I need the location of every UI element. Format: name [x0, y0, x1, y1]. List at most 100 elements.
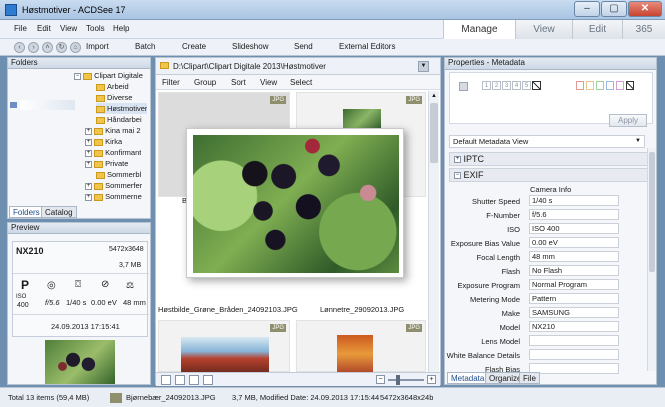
- clear-rating-icon[interactable]: [532, 81, 541, 90]
- group-menu[interactable]: Group: [194, 78, 216, 87]
- maximize-button[interactable]: ▢: [601, 1, 627, 17]
- exif-value[interactable]: 48 mm: [529, 251, 619, 262]
- zoom-slider[interactable]: [388, 379, 424, 381]
- camera-icon: ⌼: [75, 279, 81, 290]
- jpg-badge: JPG: [406, 96, 422, 104]
- batch-menu[interactable]: Batch: [135, 42, 155, 51]
- file-browser: D:\Clipart\Clipart Digitale 2013\Høstmot…: [155, 57, 441, 386]
- rating-2[interactable]: 2: [492, 81, 501, 90]
- menu-tools[interactable]: Tools: [86, 24, 105, 33]
- exif-value[interactable]: f/5.6: [529, 209, 619, 220]
- scroll-thumb[interactable]: [430, 103, 438, 163]
- external-editors-menu[interactable]: External Editors: [339, 42, 395, 51]
- exif-value[interactable]: 0.00 eV: [529, 237, 619, 248]
- rotate-left-icon[interactable]: [175, 375, 185, 385]
- mode-edit[interactable]: Edit: [572, 20, 622, 39]
- scroll-up-icon[interactable]: ▲: [430, 93, 438, 101]
- mode-365[interactable]: 365: [622, 20, 665, 39]
- folder-item[interactable]: + Sommerfer: [85, 180, 142, 191]
- preview-header: Preview: [8, 223, 150, 234]
- create-menu[interactable]: Create: [182, 42, 206, 51]
- current-path[interactable]: D:\Clipart\Clipart Digitale 2013\Høstmot…: [173, 62, 326, 71]
- tab-folders[interactable]: Folders: [9, 206, 44, 218]
- select-menu[interactable]: Select: [290, 78, 312, 87]
- close-button[interactable]: ✕: [628, 1, 662, 17]
- menu-edit[interactable]: Edit: [37, 24, 51, 33]
- exif-value[interactable]: NX210: [529, 321, 619, 332]
- sync-icon[interactable]: [161, 375, 171, 385]
- camera-model: NX210: [16, 246, 44, 256]
- rating-5[interactable]: 5: [522, 81, 531, 90]
- tab-metadata[interactable]: Metadata: [447, 372, 489, 384]
- rating-3[interactable]: 3: [502, 81, 511, 90]
- folder-item[interactable]: Diverse: [96, 92, 132, 103]
- folder-item[interactable]: + Private: [85, 158, 128, 169]
- exif-value[interactable]: [529, 335, 619, 346]
- tab-catalog[interactable]: Catalog: [41, 206, 77, 218]
- thumbnail[interactable]: JPG: [296, 320, 426, 373]
- folder-item[interactable]: + Sommerne: [85, 191, 142, 202]
- color-label-orange[interactable]: [586, 81, 594, 90]
- folder-item[interactable]: Arbeid: [96, 81, 129, 92]
- mode-view[interactable]: View: [515, 20, 572, 39]
- menu-view[interactable]: View: [60, 24, 77, 33]
- scroll-thumb[interactable]: [649, 152, 655, 272]
- rating-4[interactable]: 4: [512, 81, 521, 90]
- send-menu[interactable]: Send: [294, 42, 313, 51]
- shutter-value: 1/40 s: [66, 298, 87, 307]
- zoom-out-icon[interactable]: −: [376, 375, 385, 384]
- menu-help[interactable]: Help: [113, 24, 129, 33]
- tab-file[interactable]: File: [519, 372, 540, 384]
- exif-value[interactable]: No Flash: [529, 265, 619, 276]
- path-dropdown-icon[interactable]: ▼: [418, 61, 429, 72]
- browser-scrollbar[interactable]: ▲: [428, 91, 439, 372]
- folder-icon: [96, 94, 105, 102]
- metadata-view-select[interactable]: Default Metadata View ▼: [449, 135, 645, 148]
- folder-root[interactable]: − Clipart Digitale: [74, 70, 143, 81]
- mode-manage[interactable]: Manage: [443, 20, 515, 39]
- exif-value[interactable]: Normal Program: [529, 279, 619, 290]
- filter-menu[interactable]: Filter: [162, 78, 180, 87]
- view-menu[interactable]: View: [260, 78, 277, 87]
- color-label-red[interactable]: [576, 81, 584, 90]
- rotate-right-icon[interactable]: [189, 375, 199, 385]
- forward-icon[interactable]: ›: [28, 42, 39, 53]
- folder-item[interactable]: Håndarbei: [96, 114, 142, 125]
- exif-value[interactable]: [529, 349, 619, 360]
- section-exif[interactable]: − EXIF: [449, 168, 653, 182]
- folder-item[interactable]: + Kirka: [85, 136, 122, 147]
- up-icon[interactable]: ˄: [42, 42, 53, 53]
- zoom-slider-thumb[interactable]: [396, 375, 400, 385]
- folder-item[interactable]: Sommerbl: [96, 169, 141, 180]
- home-icon[interactable]: ⌂: [70, 42, 81, 53]
- exif-value[interactable]: Pattern: [529, 293, 619, 304]
- minimize-button[interactable]: –: [574, 1, 600, 17]
- back-icon[interactable]: ‹: [14, 42, 25, 53]
- refresh-icon[interactable]: ↻: [56, 42, 67, 53]
- section-iptc[interactable]: + IPTC: [449, 152, 653, 166]
- clear-color-icon[interactable]: [626, 81, 634, 90]
- properties-scrollbar[interactable]: [647, 148, 656, 371]
- compare-icon[interactable]: [203, 375, 213, 385]
- apply-button[interactable]: Apply: [609, 114, 647, 127]
- thumbnail[interactable]: JPG: [158, 320, 290, 373]
- tree-selection-highlight: [20, 100, 75, 110]
- color-label-purple[interactable]: [616, 81, 624, 90]
- rating-1[interactable]: 1: [482, 81, 491, 90]
- import-menu[interactable]: Import: [86, 42, 109, 51]
- menu-file[interactable]: File: [14, 24, 27, 33]
- color-label-green[interactable]: [596, 81, 604, 90]
- exif-value[interactable]: SAMSUNG: [529, 307, 619, 318]
- folder-item[interactable]: + Kina mai 2: [85, 125, 141, 136]
- color-label-blue[interactable]: [606, 81, 614, 90]
- slideshow-menu[interactable]: Slideshow: [232, 42, 268, 51]
- folder-item[interactable]: + Konfirmant: [85, 147, 141, 158]
- exif-value[interactable]: [529, 363, 619, 374]
- exif-value[interactable]: ISO 400: [529, 223, 619, 234]
- exif-value[interactable]: 1/40 s: [529, 195, 619, 206]
- zoom-in-icon[interactable]: +: [427, 375, 436, 384]
- folder-item-selected[interactable]: Høstmotiver: [96, 103, 148, 114]
- preview-thumbnail[interactable]: [45, 340, 115, 384]
- sort-menu[interactable]: Sort: [231, 78, 246, 87]
- tag-checkbox[interactable]: [459, 82, 468, 91]
